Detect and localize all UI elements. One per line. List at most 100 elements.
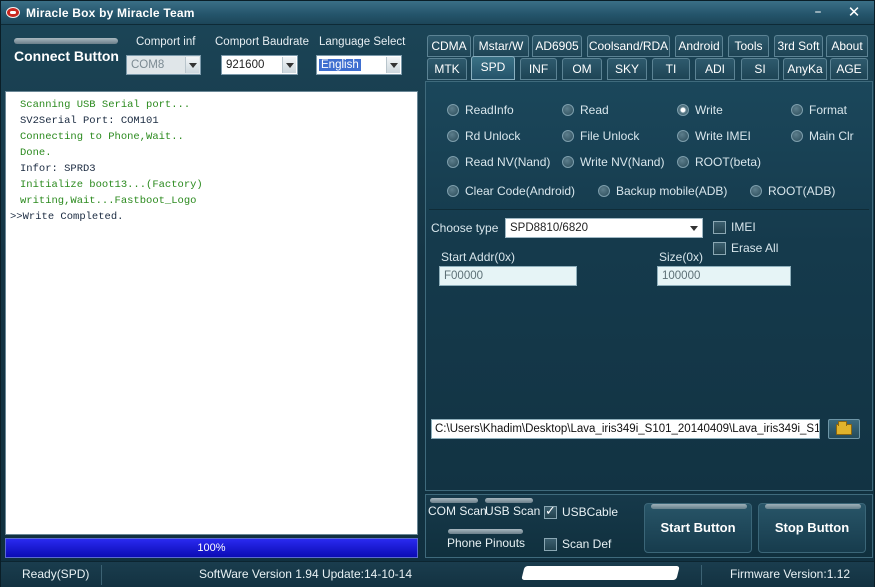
stop-button-label: Stop Button <box>774 520 850 535</box>
comport-inf-value: COM8 <box>131 59 165 71</box>
radio-icon[interactable] <box>677 156 689 168</box>
radio-icon[interactable] <box>791 130 803 142</box>
option-label: ROOT(ADB) <box>768 184 836 198</box>
tab-tools[interactable]: Tools <box>728 35 769 57</box>
usb-cable-checkbox[interactable] <box>544 504 557 519</box>
stop-button-highlight <box>765 504 861 509</box>
option-read-nv[interactable]: Read NV(Nand) <box>447 155 550 169</box>
tab-inf[interactable]: INF <box>520 58 557 80</box>
tab-om[interactable]: OM <box>562 58 602 80</box>
log-text: Scanning USB Serial port... <box>20 99 191 111</box>
radio-icon[interactable] <box>562 104 574 116</box>
tab-spd[interactable]: SPD <box>471 56 515 80</box>
tab-cdma[interactable]: CDMA <box>427 35 471 57</box>
minimize-icon[interactable]: – <box>807 3 829 21</box>
chevron-down-icon[interactable] <box>386 57 400 73</box>
log-line: Connecting to Phone,Wait.. <box>6 129 417 145</box>
log-text: SV2Serial Port: COM101 <box>20 115 159 127</box>
close-icon[interactable]: ✕ <box>843 3 865 21</box>
start-button-label: Start Button <box>660 520 736 535</box>
com-scan-button[interactable]: COM Scan <box>428 504 487 518</box>
radio-icon[interactable] <box>447 104 459 116</box>
radio-icon[interactable] <box>598 185 610 197</box>
option-write-imei[interactable]: Write IMEI <box>677 129 751 143</box>
radio-icon[interactable] <box>791 104 803 116</box>
option-clear-code[interactable]: Clear Code(Android) <box>447 184 575 198</box>
baudrate-select[interactable]: 921600 <box>221 55 298 75</box>
connect-button[interactable]: Connect Button <box>14 48 119 64</box>
option-root-adb[interactable]: ROOT(ADB) <box>750 184 835 198</box>
option-readinfo[interactable]: ReadInfo <box>447 103 514 117</box>
chevron-down-icon[interactable] <box>185 57 199 73</box>
start-button[interactable]: Start Button <box>644 503 752 553</box>
option-backup-mobile[interactable]: Backup mobile(ADB) <box>598 184 727 198</box>
log-text: Write Completed. <box>22 211 124 223</box>
choose-type-select[interactable]: SPD8810/6820 <box>505 218 703 238</box>
option-root-beta[interactable]: ROOT(beta) <box>677 155 761 169</box>
option-write[interactable]: Write <box>677 103 723 117</box>
log-text: writing,Wait...Fastboot_Logo <box>20 195 197 207</box>
option-label: Backup mobile(ADB) <box>616 184 728 198</box>
radio-icon[interactable] <box>447 130 459 142</box>
option-rd-unlock[interactable]: Rd Unlock <box>447 129 520 143</box>
progress-bar: 100% <box>5 538 418 558</box>
radio-icon[interactable] <box>447 156 459 168</box>
tab-3rd-soft[interactable]: 3rd Soft <box>774 35 823 57</box>
option-read[interactable]: Read <box>562 103 609 117</box>
usb-cable-label: USBCable <box>562 505 619 519</box>
file-path-input[interactable]: C:\Users\Khadim\Desktop\Lava_iris349i_S1… <box>431 419 820 439</box>
tab-anyka[interactable]: AnyKa <box>783 58 827 80</box>
option-file-unlock[interactable]: File Unlock <box>562 129 639 143</box>
tab-adi[interactable]: ADI <box>695 58 735 80</box>
imei-checkbox[interactable] <box>713 221 726 234</box>
radio-icon[interactable] <box>562 130 574 142</box>
tab-si[interactable]: SI <box>741 58 779 80</box>
language-select[interactable]: English <box>316 55 402 75</box>
imei-label: IMEI <box>731 220 756 234</box>
comport-inf-label: Comport inf <box>136 36 196 48</box>
scan-def-label: Scan Def <box>562 537 612 551</box>
redaction-mark <box>521 566 680 580</box>
option-main-clr[interactable]: Main Clr <box>791 129 854 143</box>
log-line: Initialize boot13...(Factory) <box>6 177 417 193</box>
radio-icon[interactable] <box>677 130 689 142</box>
comport-inf-select[interactable]: COM8 <box>126 55 201 75</box>
usb-scan-highlight <box>485 498 533 503</box>
radio-checked-icon[interactable] <box>677 104 689 116</box>
tab-mstar-w[interactable]: Mstar/W <box>473 35 529 57</box>
title-bar: Miracle Box by Miracle Team – ✕ <box>1 1 874 25</box>
log-line: Scanning USB Serial port... <box>6 97 417 113</box>
tab-ti[interactable]: TI <box>652 58 690 80</box>
chevron-down-icon[interactable] <box>282 57 296 73</box>
radio-icon[interactable] <box>447 185 459 197</box>
start-addr-input[interactable]: F00000 <box>439 266 577 286</box>
tab-mtk[interactable]: MTK <box>427 58 467 80</box>
log-output[interactable]: Scanning USB Serial port... SV2Serial Por… <box>5 91 418 535</box>
erase-all-checkbox[interactable] <box>713 242 726 255</box>
stop-button[interactable]: Stop Button <box>758 503 866 553</box>
option-write-nv[interactable]: Write NV(Nand) <box>562 155 664 169</box>
tab-ad6905[interactable]: AD6905 <box>532 35 582 57</box>
tab-android[interactable]: Android <box>675 35 723 57</box>
com-scan-highlight <box>430 498 478 503</box>
chevron-down-icon[interactable] <box>687 220 701 236</box>
browse-button[interactable] <box>828 419 860 439</box>
option-format[interactable]: Format <box>791 103 847 117</box>
radio-icon[interactable] <box>562 156 574 168</box>
option-label: Write <box>695 103 723 117</box>
size-input[interactable]: 100000 <box>657 266 791 286</box>
option-label: ReadInfo <box>465 103 514 117</box>
radio-icon[interactable] <box>750 185 762 197</box>
tab-age[interactable]: AGE <box>830 58 868 80</box>
tab-coolsand-rda[interactable]: Coolsand/RDA <box>587 35 670 57</box>
scan-def-checkbox[interactable] <box>544 538 557 551</box>
tab-sky[interactable]: SKY <box>607 58 647 80</box>
phone-pinouts-button[interactable]: Phone Pinouts <box>447 536 525 550</box>
tab-about[interactable]: About <box>826 35 868 57</box>
usb-scan-button[interactable]: USB Scan <box>485 504 540 518</box>
status-divider <box>701 565 702 585</box>
log-line: SV2Serial Port: COM101 <box>6 113 417 129</box>
app-logo-icon <box>6 7 20 18</box>
baudrate-value: 921600 <box>226 59 265 71</box>
log-text: Infor: SPRD3 <box>20 163 96 175</box>
